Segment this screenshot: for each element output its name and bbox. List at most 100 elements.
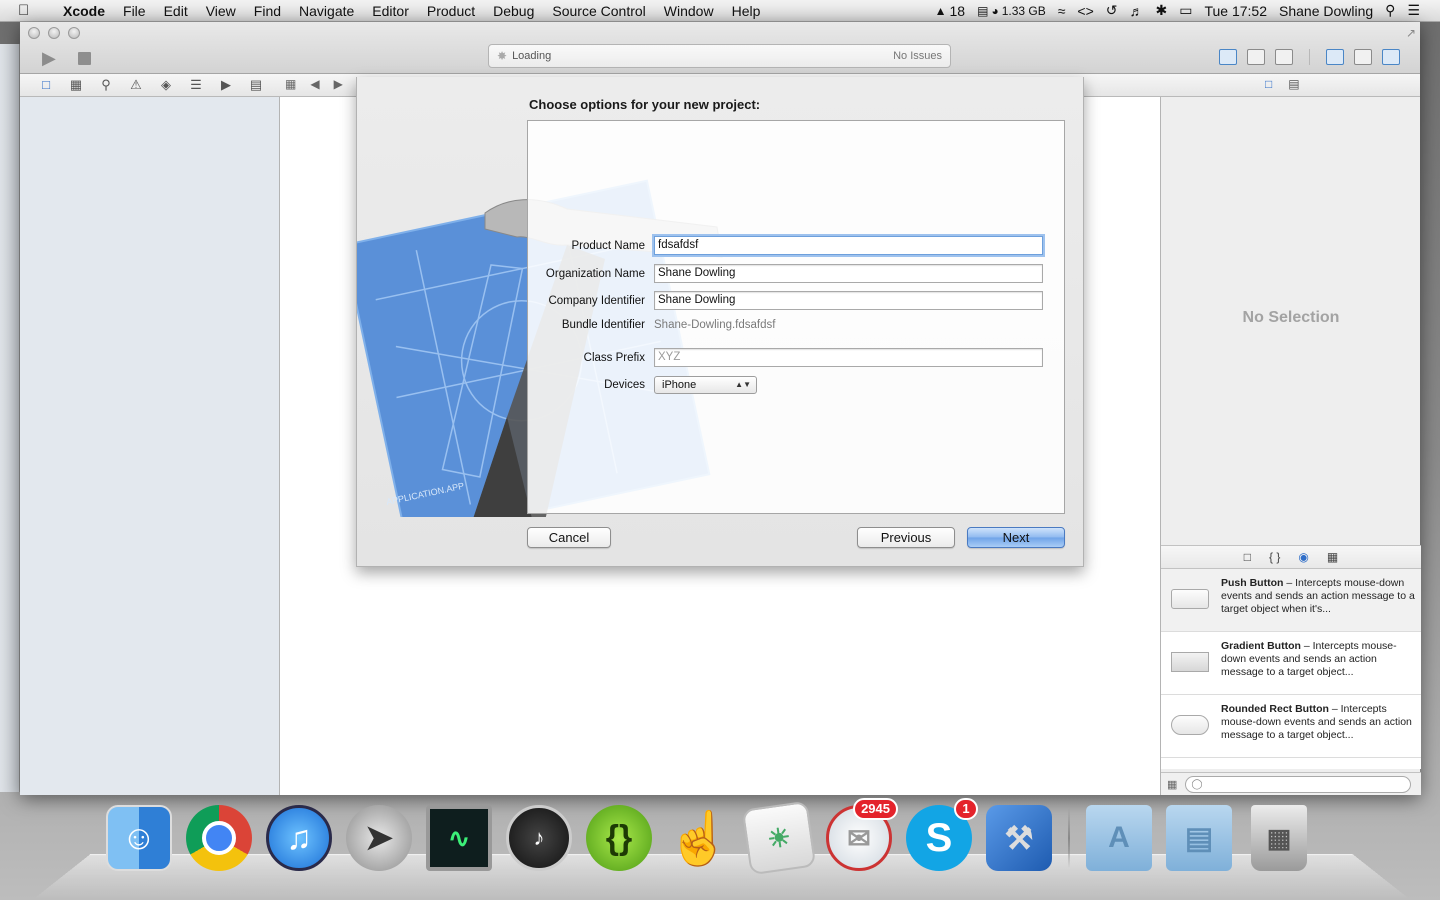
dock-brackets[interactable]: {}	[584, 802, 654, 874]
library-item-gradient-button[interactable]: Gradient Button – Intercepts mouse-down …	[1161, 632, 1421, 695]
dock-itunes[interactable]: ♫	[264, 802, 334, 874]
menu-editor[interactable]: Editor	[363, 3, 418, 19]
menu-debug[interactable]: Debug	[484, 3, 543, 19]
quick-help-icon[interactable]: ▤	[1288, 77, 1299, 91]
dock-launchpad[interactable]: ➤	[344, 802, 414, 874]
company-identifier-field[interactable]: Shane Dowling	[654, 291, 1043, 310]
symbol-navigator-icon[interactable]: ▦	[68, 77, 84, 93]
bluetooth-icon[interactable]: ✱	[1150, 2, 1174, 19]
dock-separator	[1068, 808, 1070, 868]
library-item-push-button[interactable]: Push Button – Intercepts mouse-down even…	[1161, 569, 1421, 632]
bundle-identifier-label: Bundle Identifier	[561, 319, 645, 331]
spotlight-icon[interactable]: ⚲	[1379, 2, 1401, 19]
devices-popup[interactable]: iPhone ▲▼	[654, 376, 757, 394]
menu-app[interactable]: Xcode	[54, 3, 114, 19]
library-item-name: Gradient Button	[1221, 640, 1301, 652]
bundle-identifier-value: Shane-Dowling.fdsafdsf	[654, 319, 776, 331]
organization-name-field[interactable]: Shane Dowling	[654, 264, 1043, 283]
project-options-panel: Product Name fdsafdsf Organization Name …	[527, 120, 1065, 514]
background-window	[0, 44, 20, 792]
back-arrow-icon[interactable]: ◀	[310, 77, 319, 91]
cancel-button[interactable]: Cancel	[527, 527, 611, 548]
memory-icon: ▤	[977, 3, 989, 18]
stop-icon[interactable]	[78, 52, 91, 65]
standard-editor-icon[interactable]	[1219, 49, 1237, 65]
object-library-icon[interactable]: ◉	[1298, 550, 1308, 564]
menu-find[interactable]: Find	[245, 3, 290, 19]
dock-dashboard[interactable]: ♪	[504, 802, 574, 874]
menu-file[interactable]: File	[114, 3, 155, 19]
navigator-toggle-icon[interactable]	[1326, 49, 1344, 65]
version-editor-icon[interactable]	[1275, 49, 1293, 65]
class-prefix-field[interactable]: XYZ	[654, 348, 1043, 367]
dock-preview[interactable]: ☀	[741, 800, 817, 876]
documents-folder-icon: ▤	[1166, 805, 1232, 871]
dock-trash[interactable]: ▦	[1244, 802, 1314, 874]
dock-xcode[interactable]: ⚒	[984, 802, 1054, 874]
close-button[interactable]	[28, 27, 40, 39]
grid-view-icon[interactable]: ▦	[1167, 778, 1177, 791]
dock-documents-folder[interactable]: ▤	[1164, 802, 1234, 874]
menu-help[interactable]: Help	[723, 3, 770, 19]
run-icon[interactable]: ▶	[42, 48, 62, 68]
dock-activity-monitor[interactable]: ∿	[424, 802, 494, 874]
library-filter-field[interactable]: ◯	[1185, 775, 1412, 793]
library-item-name: Push Button	[1221, 577, 1284, 589]
code-snippet-library-icon[interactable]: { }	[1269, 550, 1280, 564]
menu-window[interactable]: Window	[655, 3, 723, 19]
notification-center-icon[interactable]: ☰	[1401, 2, 1426, 19]
menu-edit[interactable]: Edit	[155, 3, 197, 19]
test-navigator-icon[interactable]: ◈	[158, 77, 174, 93]
dock-applications-folder[interactable]: A	[1084, 802, 1154, 874]
file-template-library-icon[interactable]: □	[1244, 550, 1251, 564]
menu-navigate[interactable]: Navigate	[290, 3, 363, 19]
issue-navigator-icon[interactable]: ⚠	[128, 77, 144, 93]
popup-arrows-icon: ▲▼	[735, 380, 751, 389]
debug-area-toggle-icon[interactable]	[1354, 49, 1372, 65]
library-item-rounded-rect-button[interactable]: Rounded Rect Button – Intercepts mouse-d…	[1161, 695, 1421, 758]
apple-icon[interactable]: 	[18, 2, 40, 19]
file-inspector-icon[interactable]: □	[1265, 77, 1272, 91]
menu-view[interactable]: View	[197, 3, 245, 19]
clock[interactable]: Tue 17:52	[1198, 3, 1273, 19]
fullscreen-icon[interactable]: ↗	[1406, 26, 1416, 40]
time-machine-icon[interactable]: ↺	[1100, 2, 1124, 19]
sheet-title: Choose options for your new project:	[529, 97, 761, 112]
log-navigator-icon[interactable]: ▤	[248, 77, 264, 93]
project-navigator-icon[interactable]: □	[38, 77, 54, 93]
memory-status[interactable]: ▤ ◕ 1.33 GB	[971, 4, 1052, 18]
no-selection-label: No Selection	[1242, 309, 1340, 326]
adobe-icon: ▲	[934, 3, 947, 18]
media-library-icon[interactable]: ▦	[1327, 550, 1338, 564]
menu-source-control[interactable]: Source Control	[543, 3, 654, 19]
code-icon[interactable]: <>	[1071, 3, 1099, 19]
launchpad-rocket-icon: ➤	[346, 805, 412, 871]
dock-chrome[interactable]	[184, 802, 254, 874]
next-button[interactable]: Next	[967, 527, 1065, 548]
minimize-button[interactable]	[48, 27, 60, 39]
adobe-status[interactable]: ▲ 18	[929, 3, 971, 19]
dock-skype[interactable]: S 1	[904, 798, 978, 874]
find-navigator-icon[interactable]: ⚲	[98, 77, 114, 93]
assistant-editor-icon[interactable]	[1247, 49, 1265, 65]
adobe-count: 18	[949, 2, 966, 19]
dock-mail[interactable]: ✉ 2945	[824, 798, 898, 874]
utilities-toggle-icon[interactable]	[1382, 49, 1400, 65]
battery-icon[interactable]: ▭	[1173, 2, 1198, 19]
volume-icon[interactable]: ♬	[1124, 3, 1150, 19]
related-items-icon[interactable]: ▦	[285, 77, 296, 91]
finder-icon: ☺	[106, 805, 172, 871]
push-button-icon	[1171, 589, 1209, 609]
previous-button[interactable]: Previous	[857, 527, 955, 548]
menu-product[interactable]: Product	[418, 3, 484, 19]
breakpoint-navigator-icon[interactable]: ▶	[218, 77, 234, 93]
dock-android[interactable]: ☝	[664, 802, 734, 874]
dock: ☺ ♫ ➤ ∿ ♪ {} ☝ ☀ ✉ 2945 S 1 ⚒ A ▤ ▦	[104, 798, 1314, 876]
user-name[interactable]: Shane Dowling	[1273, 3, 1379, 19]
product-name-field[interactable]: fdsafdsf	[654, 236, 1043, 255]
wifi-icon[interactable]: ≈	[1052, 3, 1072, 19]
debug-navigator-icon[interactable]: ☰	[188, 77, 204, 93]
forward-arrow-icon[interactable]: ▶	[334, 77, 343, 91]
dock-finder[interactable]: ☺	[104, 802, 174, 874]
zoom-button[interactable]	[68, 27, 80, 39]
